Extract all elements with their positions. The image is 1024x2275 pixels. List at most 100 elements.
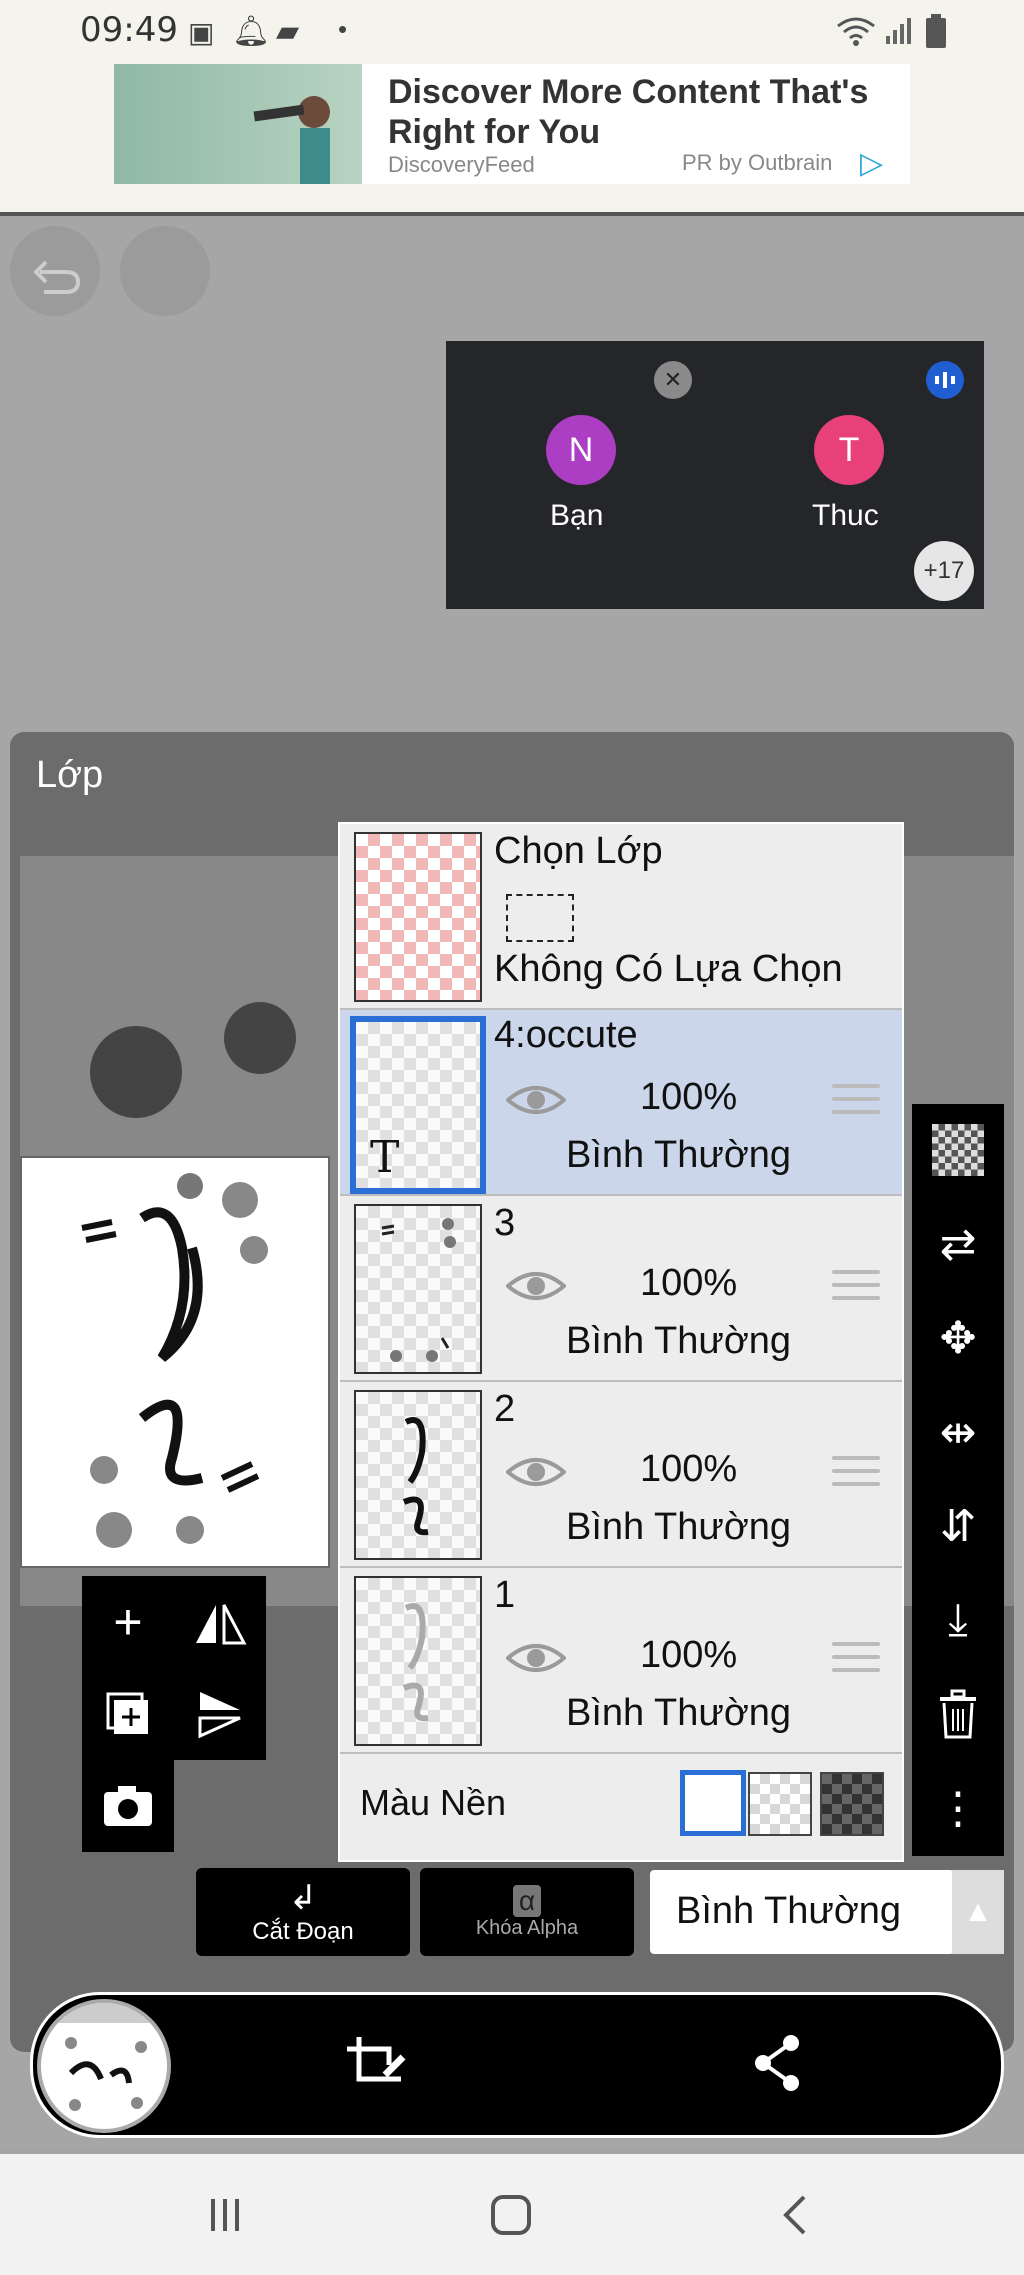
redo-button[interactable] [120, 226, 210, 316]
copy-layer-button[interactable] [82, 1668, 174, 1760]
dot-icon: • [338, 14, 348, 44]
camera-button[interactable] [82, 1760, 174, 1852]
artwork-thumbnail[interactable] [20, 1156, 330, 1568]
flip-vertical-icon: ⇵ [939, 1501, 977, 1551]
swap-icon: ⇄ [939, 1219, 977, 1269]
blend-mode-value: Bình Thường [676, 1890, 902, 1932]
participant-initial-2: T [838, 430, 860, 469]
background-transparent-swatch[interactable] [748, 1772, 812, 1836]
drag-handle-icon[interactable] [832, 1642, 880, 1676]
wifi-icon [837, 17, 875, 46]
background-color-label: Màu Nền [360, 1782, 507, 1823]
artwork-avatar-drawing [41, 2003, 167, 2111]
adchoices-icon[interactable]: ▷ [860, 146, 883, 181]
signal-icon [886, 18, 911, 44]
back-button[interactable] [750, 2154, 840, 2275]
visibility-eye-icon[interactable] [506, 1638, 566, 1678]
visibility-eye-icon[interactable] [506, 1080, 566, 1120]
battery-icon [926, 14, 946, 48]
layer-row[interactable]: 3 100% Bình Thường [340, 1196, 902, 1382]
layer-name: 4:occute [494, 1014, 638, 1056]
undo-button[interactable] [10, 226, 100, 316]
flip-vertical-tool-button[interactable]: ⇵ [912, 1480, 1004, 1572]
layer-opacity[interactable]: 100% [640, 1448, 737, 1491]
flip-horizontal-icon [196, 1604, 247, 1645]
layer-tools-toolbar: ⇄ ✥ ⇹ ⇵ ⤓ ⋮ [912, 1104, 1004, 1856]
home-button[interactable] [466, 2154, 556, 2275]
chevron-up-icon: ▲ [963, 1895, 993, 1928]
layer-row[interactable]: 1 100% Bình Thường [340, 1568, 902, 1754]
ad-title[interactable]: Discover More Content That's Right for Y… [388, 72, 898, 152]
status-time: 09:49 [80, 10, 178, 50]
call-overlay[interactable]: ✕ N Bạn T Thuc +17 [446, 341, 984, 609]
share-icon[interactable] [751, 2033, 803, 2093]
ad-source: DiscoveryFeed [388, 152, 535, 177]
merge-down-button[interactable]: ⤓ [912, 1574, 1004, 1666]
dot-shape [224, 1002, 296, 1074]
visibility-eye-icon[interactable] [506, 1452, 566, 1492]
text-layer-icon: T [370, 1132, 400, 1183]
move-button[interactable]: ✥ [912, 1292, 1004, 1384]
clip-arrow-icon: ↲ [288, 1879, 318, 1917]
layers-list: Chọn Lớp Không Có Lựa Chọn T 4:occute 10… [338, 822, 904, 1862]
drag-handle-icon[interactable] [832, 1270, 880, 1304]
trash-icon [940, 1689, 976, 1739]
artwork-avatar[interactable] [37, 1999, 171, 2133]
transparency-button[interactable] [912, 1104, 1004, 1196]
crop-edit-icon[interactable] [345, 2035, 407, 2093]
more-options-button[interactable]: ⋮ [912, 1762, 1004, 1854]
add-layer-button[interactable]: + [82, 1576, 174, 1668]
layer-swap-button[interactable]: ⇄ [912, 1198, 1004, 1290]
status-bar: 09:49 ▣ 🔔︎ ▰ • [0, 0, 1024, 62]
participant-name-2: Thuc [812, 499, 879, 532]
move-icon: ✥ [939, 1313, 977, 1363]
artwork-drawing [81, 1173, 268, 1548]
layer-panel-title: Lớp [36, 754, 104, 796]
alpha-lock-icon: α [512, 1884, 542, 1917]
flip-horizontal-tool-button[interactable]: ⇹ [912, 1386, 1004, 1478]
layer-blend-mode[interactable]: Bình Thường [566, 1506, 791, 1549]
background-white-swatch[interactable] [680, 1770, 746, 1836]
blend-mode-dropdown-button[interactable]: ▲ [952, 1870, 1004, 1954]
layer-blend-mode[interactable]: Bình Thường [566, 1320, 791, 1363]
layer-row[interactable]: T 4:occute 100% Bình Thường [340, 1010, 902, 1196]
layer-thumbnail: T [350, 1016, 486, 1194]
layer-blend-mode[interactable]: Bình Thường [566, 1134, 791, 1177]
flip-horizontal-button[interactable] [174, 1576, 266, 1668]
background-color-row: Màu Nền [340, 1754, 902, 1858]
background-dark-swatch[interactable] [820, 1772, 884, 1836]
drag-handle-icon[interactable] [832, 1456, 880, 1490]
drag-handle-icon[interactable] [832, 1084, 880, 1118]
layer-opacity[interactable]: 100% [640, 1076, 737, 1119]
flip-vertical-icon [198, 1692, 241, 1739]
layer-opacity[interactable]: 100% [640, 1634, 737, 1677]
participant-avatar-1[interactable]: N [546, 415, 616, 485]
visibility-eye-icon[interactable] [506, 1266, 566, 1306]
layer-blend-mode[interactable]: Bình Thường [566, 1692, 791, 1735]
layer-opacity[interactable]: 100% [640, 1262, 737, 1305]
layer-name: 2 [494, 1388, 516, 1430]
mic-muted-icon[interactable]: ✕ [654, 361, 692, 399]
flip-vertical-button[interactable] [174, 1668, 266, 1760]
camera-icon [104, 1786, 152, 1826]
ad-image [114, 64, 362, 184]
back-icon [783, 2195, 806, 2234]
layer-name: 1 [494, 1574, 516, 1616]
layer-thumbnail [354, 1204, 482, 1374]
copy-layer-icon [106, 1692, 148, 1734]
delete-layer-button[interactable] [912, 1668, 1004, 1760]
gallery-icon: ▣ [188, 17, 215, 48]
ad-banner[interactable]: Discover More Content That's Right for Y… [114, 64, 910, 184]
selection-layer-row[interactable]: Chọn Lớp Không Có Lựa Chọn [340, 824, 902, 1010]
dot-shape [90, 1026, 182, 1118]
more-participants-badge[interactable]: +17 [914, 541, 974, 601]
speaking-icon [926, 361, 964, 399]
participant-name-1: Bạn [550, 499, 604, 532]
participant-avatar-2[interactable]: T [814, 415, 884, 485]
layer-row[interactable]: 2 100% Bình Thường [340, 1382, 902, 1568]
recent-apps-button[interactable] [180, 2154, 270, 2275]
blend-mode-select[interactable]: Bình Thường [650, 1870, 954, 1954]
clipping-button[interactable]: ↲ Cắt Đoạn [196, 1868, 410, 1956]
checker-icon [932, 1124, 984, 1176]
alpha-lock-button[interactable]: α Khóa Alpha [420, 1868, 634, 1956]
